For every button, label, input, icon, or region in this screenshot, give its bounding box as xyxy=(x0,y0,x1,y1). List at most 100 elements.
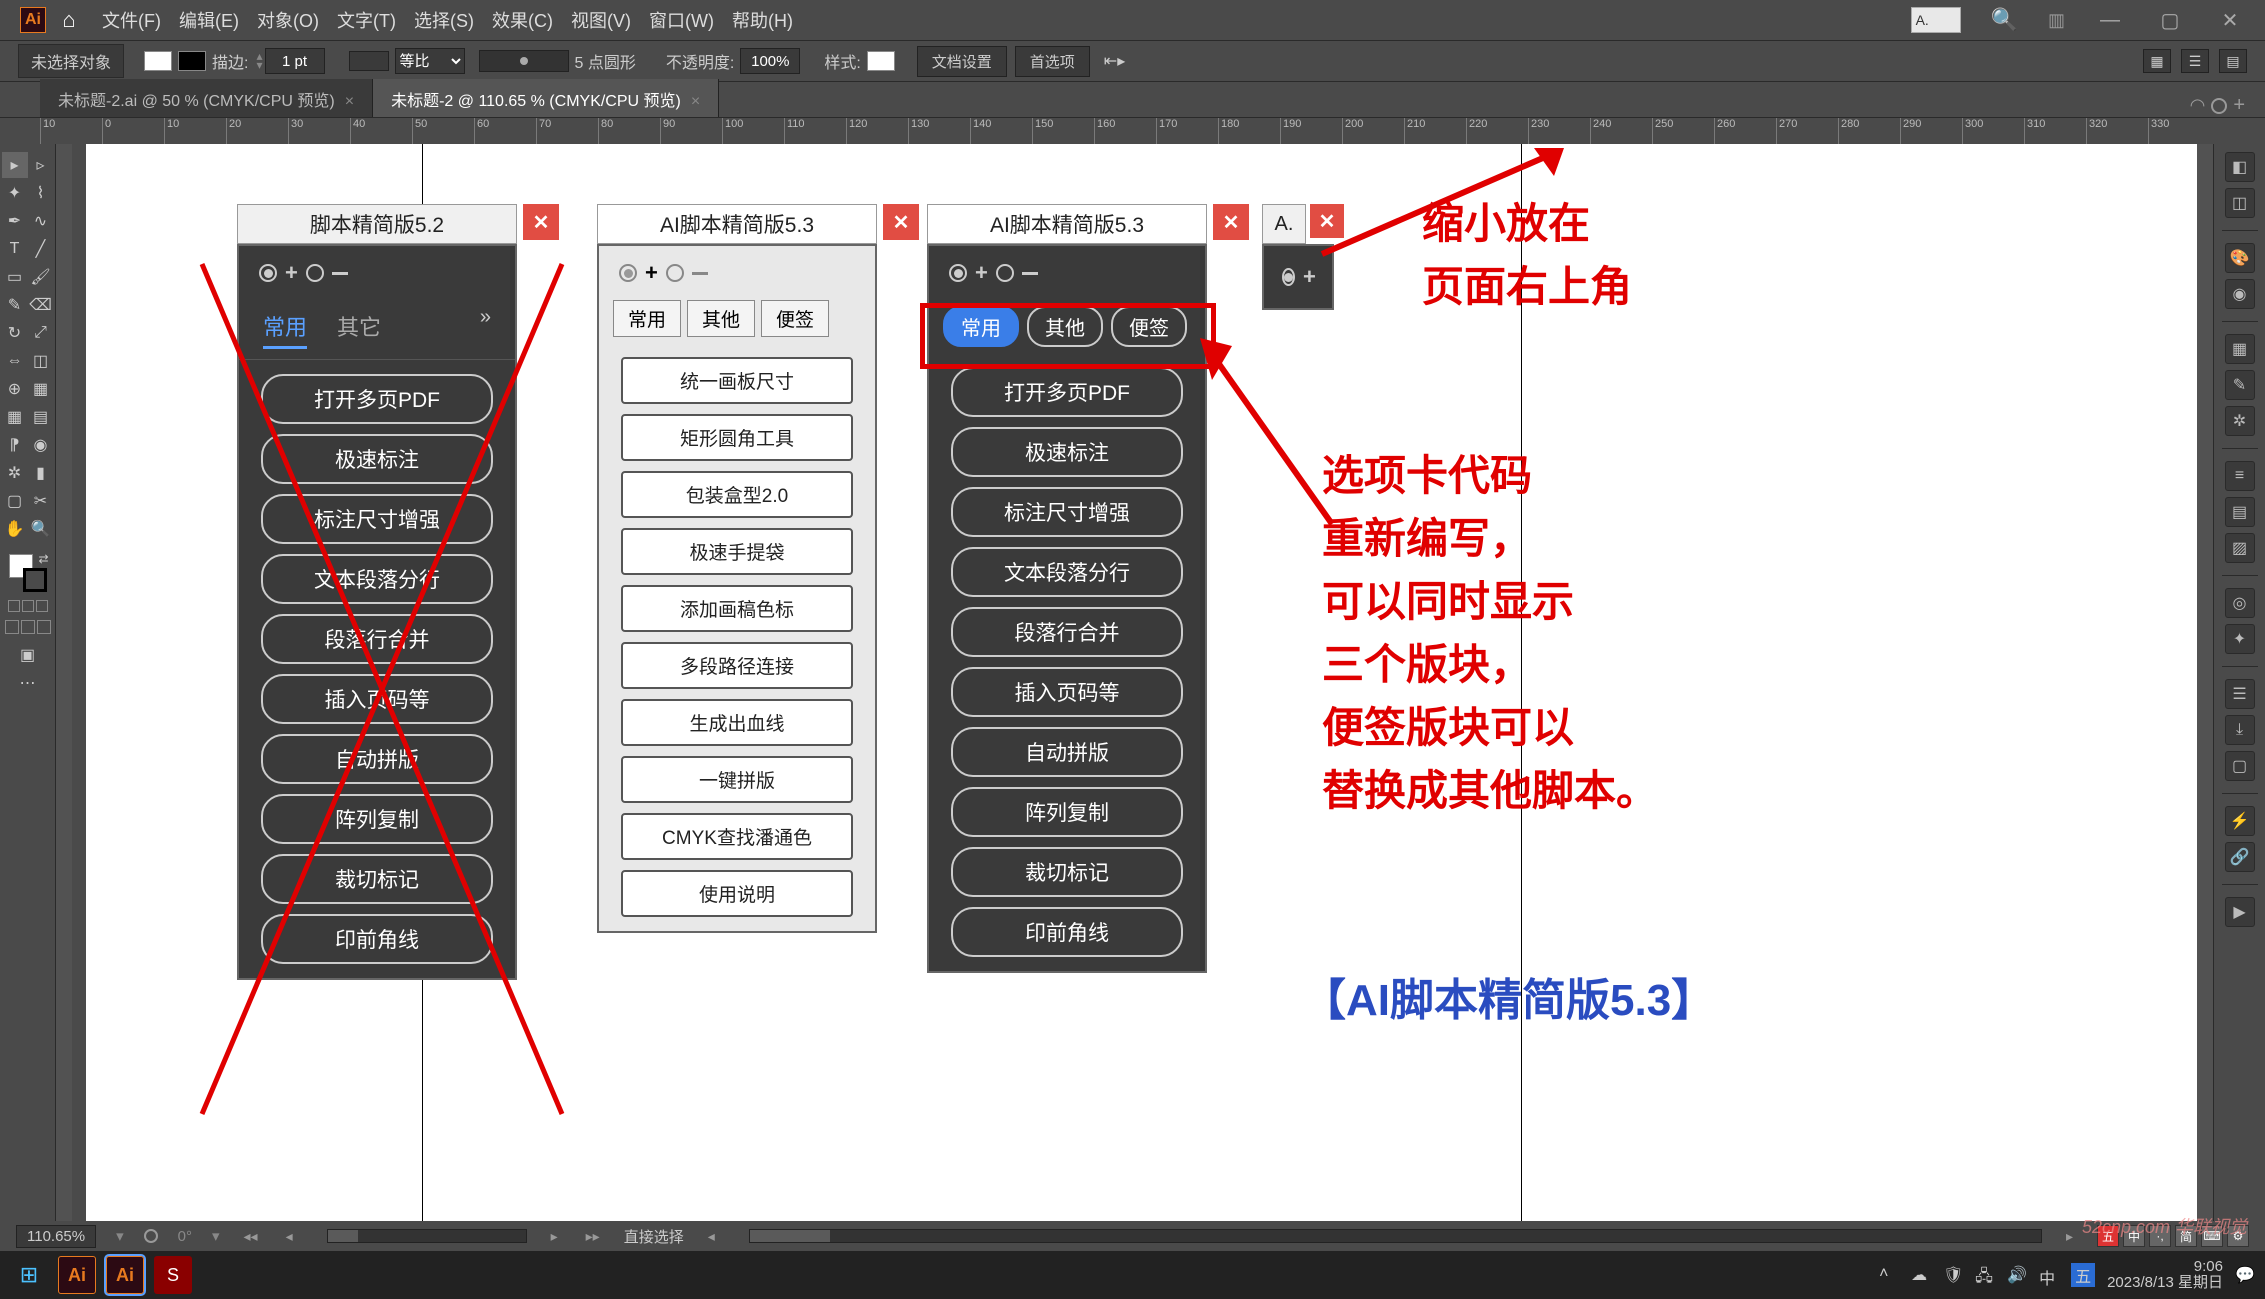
artboard-prev-icon[interactable]: ◂ xyxy=(282,1228,297,1245)
radio-icon[interactable] xyxy=(949,264,967,282)
window-minimize-button[interactable]: — xyxy=(2095,9,2125,32)
script-button[interactable]: 裁切标记 xyxy=(261,854,493,904)
type-tool-icon[interactable]: T xyxy=(2,236,28,262)
brush-preview[interactable] xyxy=(479,50,569,72)
tab-other[interactable]: 其他 xyxy=(1027,306,1103,347)
tab-common[interactable]: 常用 xyxy=(613,300,681,337)
home-icon[interactable]: ⌂ xyxy=(56,7,82,33)
width-tool-icon[interactable]: ⇔ xyxy=(2,348,28,374)
scale-tool-icon[interactable]: ⤢ xyxy=(28,320,54,346)
taskbar-app-icon[interactable]: S xyxy=(154,1256,192,1294)
script-button[interactable]: 自动拼版 xyxy=(261,734,493,784)
script-button[interactable]: 添加画稿色标 xyxy=(621,585,853,632)
panel-icon-1[interactable]: ▦ xyxy=(2143,49,2171,73)
tab-notes[interactable]: 便签 xyxy=(761,300,829,337)
tab-other[interactable]: 其它 xyxy=(337,306,381,349)
gradient-panel-icon[interactable]: ▤ xyxy=(2225,497,2255,527)
stroke-panel-icon[interactable]: ≡ xyxy=(2225,461,2255,491)
tray-onedrive-icon[interactable]: ☁ xyxy=(1911,1265,1931,1285)
tab-close-icon[interactable]: × xyxy=(345,93,354,110)
column-graph-tool-icon[interactable]: ▮ xyxy=(28,460,54,486)
tab-common[interactable]: 常用 xyxy=(263,306,307,349)
preferences-button[interactable]: 首选项 xyxy=(1015,46,1090,77)
perspective-grid-tool-icon[interactable]: ▦ xyxy=(28,376,54,402)
start-button-icon[interactable]: ⊞ xyxy=(10,1256,48,1294)
fill-stroke-indicator[interactable]: ⇄ xyxy=(9,554,47,592)
rotate-tool-icon[interactable]: ↻ xyxy=(2,320,28,346)
zoom-level[interactable]: 110.65% xyxy=(16,1225,96,1248)
notifications-icon[interactable]: 💬 xyxy=(2235,1265,2255,1285)
symbols-panel-icon[interactable]: ✲ xyxy=(2225,406,2255,436)
artboard-nav-scroll[interactable] xyxy=(327,1229,527,1243)
brushes-panel-icon[interactable]: ✎ xyxy=(2225,370,2255,400)
panel-close-button[interactable]: ✕ xyxy=(883,204,919,240)
tray-shield-icon[interactable]: 🛡 xyxy=(1943,1265,1963,1285)
taskbar-ai-icon[interactable]: Ai xyxy=(58,1256,96,1294)
color-mode-row[interactable] xyxy=(8,600,48,612)
libraries-panel-icon[interactable]: ◫ xyxy=(2225,188,2255,218)
shaper-tool-icon[interactable]: ✎ xyxy=(2,292,28,318)
script-button[interactable]: 标注尺寸增强 xyxy=(951,487,1183,537)
swap-fill-stroke-icon[interactable]: ⇄ xyxy=(38,552,48,566)
tray-ime-badge-icon[interactable]: 五 xyxy=(2071,1263,2095,1287)
chevron-right-icon[interactable]: » xyxy=(480,306,491,349)
symbol-sprayer-tool-icon[interactable]: ✲ xyxy=(2,460,28,486)
color-panel-icon[interactable]: 🎨 xyxy=(2225,243,2255,273)
tab-close-icon[interactable]: × xyxy=(691,93,700,110)
screen-mode-icon[interactable]: ▣ xyxy=(15,642,41,668)
document-tab[interactable]: 未标题-2 @ 110.65 % (CMYK/CPU 预览)× xyxy=(373,79,719,117)
free-transform-tool-icon[interactable]: ◫ xyxy=(28,348,54,374)
tray-volume-icon[interactable]: 🔊 xyxy=(2007,1265,2027,1285)
tray-network-icon[interactable]: 🖧 xyxy=(1975,1265,1995,1285)
script-button[interactable]: 段落行合并 xyxy=(951,607,1183,657)
horizontal-scrollbar[interactable] xyxy=(749,1229,2042,1243)
radio-icon[interactable] xyxy=(259,264,277,282)
appearance-panel-icon[interactable]: ◎ xyxy=(2225,588,2255,618)
menu-effect[interactable]: 效果(C) xyxy=(492,7,553,33)
shape-builder-tool-icon[interactable]: ⊕ xyxy=(2,376,28,402)
paintbrush-tool-icon[interactable]: 🖌 xyxy=(28,264,54,290)
window-close-button[interactable]: ✕ xyxy=(2215,8,2245,33)
artboards-panel-icon[interactable]: ▢ xyxy=(2225,751,2255,781)
lasso-tool-icon[interactable]: ⌇ xyxy=(28,180,54,206)
document-tab[interactable]: 未标题-2.ai @ 50 % (CMYK/CPU 预览)× xyxy=(40,79,373,117)
selection-tool-icon[interactable]: ▸ xyxy=(2,152,28,178)
stroke-profile-select[interactable]: 等比 xyxy=(395,48,465,74)
graphic-style-swatch[interactable] xyxy=(867,51,895,71)
menu-window[interactable]: 窗口(W) xyxy=(649,7,714,33)
script-button[interactable]: 包装盒型2.0 xyxy=(621,471,853,518)
script-button[interactable]: 矩形圆角工具 xyxy=(621,414,853,461)
draw-mode-row[interactable] xyxy=(5,620,51,634)
graphic-styles-panel-icon[interactable]: ✦ xyxy=(2225,624,2255,654)
swatches-panel-icon[interactable]: ▦ xyxy=(2225,334,2255,364)
ring-icon[interactable] xyxy=(2211,98,2227,114)
workspace-switcher-icon[interactable]: ▥ xyxy=(2048,10,2065,31)
artboard-next-icon[interactable]: ▸ xyxy=(547,1228,562,1245)
tab-common[interactable]: 常用 xyxy=(943,306,1019,347)
menu-edit[interactable]: 编辑(E) xyxy=(179,7,239,33)
panel-icon-2[interactable]: ☰ xyxy=(2181,49,2209,73)
script-button[interactable]: 打开多页PDF xyxy=(951,367,1183,417)
menu-type[interactable]: 文字(T) xyxy=(337,7,396,33)
canvas-area[interactable]: 脚本精简版5.2 ✕ + 常用 其它 » 打开多页PDF极速标注标注尺寸增强文本… xyxy=(56,144,2213,1221)
artboard-prev-icon[interactable]: ◂◂ xyxy=(240,1228,262,1245)
script-button[interactable]: 文本段落分行 xyxy=(261,554,493,604)
script-button[interactable]: 文本段落分行 xyxy=(951,547,1183,597)
script-button[interactable]: 一键拼版 xyxy=(621,756,853,803)
taskbar-ai-active-icon[interactable]: Ai xyxy=(106,1256,144,1294)
eyedropper-tool-icon[interactable]: ⁋ xyxy=(2,432,28,458)
asset-export-panel-icon[interactable]: ⤓ xyxy=(2225,715,2255,745)
radio-icon[interactable] xyxy=(666,264,684,282)
script-button[interactable]: 极速手提袋 xyxy=(621,528,853,575)
menu-object[interactable]: 对象(O) xyxy=(257,7,319,33)
hand-tool-icon[interactable]: ✋ xyxy=(2,516,28,542)
eraser-tool-icon[interactable]: ⌫ xyxy=(28,292,54,318)
gradient-tool-icon[interactable]: ▤ xyxy=(28,404,54,430)
pen-tool-icon[interactable]: ✒ xyxy=(2,208,28,234)
cloud-doc-icon[interactable]: ◠ xyxy=(2190,95,2206,116)
script-button[interactable]: 阵列复制 xyxy=(261,794,493,844)
script-button[interactable]: 印前角线 xyxy=(951,907,1183,957)
panel-close-button[interactable]: ✕ xyxy=(523,204,559,240)
artboard-next-icon[interactable]: ▸▸ xyxy=(582,1228,604,1245)
script-button[interactable]: 插入页码等 xyxy=(261,674,493,724)
